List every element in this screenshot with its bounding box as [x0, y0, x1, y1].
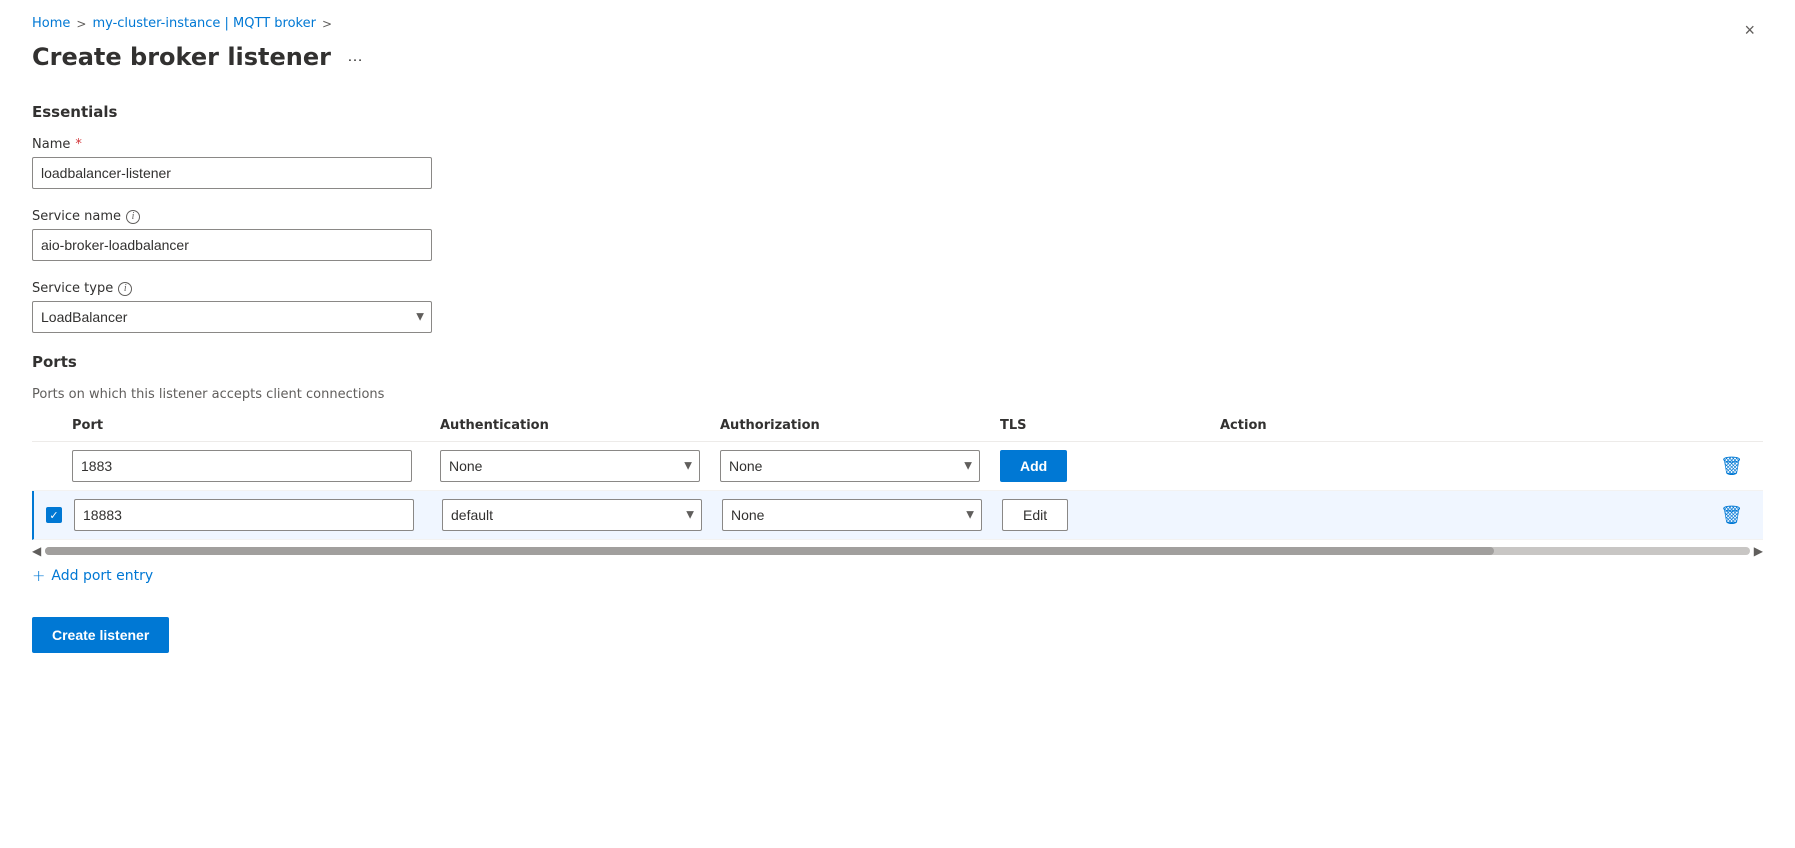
- service-name-input[interactable]: [32, 229, 432, 261]
- row1-delete-icon[interactable]: 🗑: [1716, 452, 1747, 481]
- page-header: Create broker listener …: [32, 43, 1763, 71]
- service-type-form-group: Service type i LoadBalancer ClusterIP No…: [32, 281, 1763, 333]
- row2-checkbox-cell: [34, 507, 74, 523]
- row2-action-cell: 🗑: [1214, 501, 1763, 530]
- breadcrumb-sep1: >: [76, 17, 86, 31]
- scroll-track[interactable]: [45, 547, 1750, 555]
- ports-section-title: Ports: [32, 353, 1763, 371]
- row2-delete-icon[interactable]: 🗑: [1716, 501, 1747, 530]
- row1-action-cell: 🗑: [1212, 452, 1763, 481]
- horizontal-scrollbar[interactable]: ◀ ▶: [32, 544, 1763, 558]
- col-port-header: Port: [72, 418, 432, 433]
- row1-port-cell: [72, 450, 432, 482]
- row2-authz-select-wrapper: None default ▼: [722, 499, 982, 531]
- page-container: Home > my-cluster-instance | MQTT broker…: [0, 0, 1795, 685]
- col-tls-header: TLS: [992, 418, 1212, 433]
- row1-auth-select-wrapper: None default ▼: [440, 450, 700, 482]
- name-label: Name *: [32, 137, 1763, 152]
- row1-auth-cell: None default ▼: [432, 450, 712, 482]
- col-auth-header: Authentication: [432, 418, 712, 433]
- row2-auth-select[interactable]: None default: [442, 499, 702, 531]
- breadcrumb: Home > my-cluster-instance | MQTT broker…: [32, 16, 1763, 31]
- add-plus-icon: +: [32, 566, 45, 585]
- row2-authz-select[interactable]: None default: [722, 499, 982, 531]
- row2-edit-button[interactable]: Edit: [1002, 499, 1068, 531]
- service-type-select-wrapper: LoadBalancer ClusterIP NodePort ▼: [32, 301, 432, 333]
- breadcrumb-sep2: >: [322, 17, 332, 31]
- add-port-label: Add port entry: [51, 568, 153, 584]
- row1-add-button[interactable]: Add: [1000, 450, 1067, 482]
- service-name-form-group: Service name i: [32, 209, 1763, 261]
- row1-tls-cell: Add: [992, 450, 1212, 482]
- row2-tls-cell: Edit: [994, 499, 1214, 531]
- scroll-left-arrow[interactable]: ◀: [32, 544, 41, 558]
- ports-description: Ports on which this listener accepts cli…: [32, 387, 1763, 402]
- name-label-text: Name: [32, 137, 70, 152]
- scroll-thumb: [45, 547, 1494, 555]
- ports-section: Ports Ports on which this listener accep…: [32, 353, 1763, 585]
- service-type-select[interactable]: LoadBalancer ClusterIP NodePort: [32, 301, 432, 333]
- service-name-label-text: Service name: [32, 209, 121, 224]
- footer: Create listener: [32, 617, 1763, 653]
- port-row-2: None default ▼ None default ▼ Edit: [32, 491, 1763, 540]
- col-authz-header: Authorization: [712, 418, 992, 433]
- page-title: Create broker listener: [32, 43, 331, 71]
- row2-auth-cell: None default ▼: [434, 499, 714, 531]
- service-type-label: Service type i: [32, 281, 1763, 296]
- row2-authz-cell: None default ▼: [714, 499, 994, 531]
- name-form-group: Name *: [32, 137, 1763, 189]
- row2-port-input[interactable]: [74, 499, 414, 531]
- create-listener-button[interactable]: Create listener: [32, 617, 169, 653]
- row2-auth-select-wrapper: None default ▼: [442, 499, 702, 531]
- col-checkbox-header: [32, 418, 72, 433]
- service-name-label: Service name i: [32, 209, 1763, 224]
- row1-auth-select[interactable]: None default: [440, 450, 700, 482]
- service-name-info-icon: i: [126, 210, 140, 224]
- row1-authz-select[interactable]: None default: [720, 450, 980, 482]
- col-action-header: Action: [1212, 418, 1763, 433]
- scroll-right-arrow[interactable]: ▶: [1754, 544, 1763, 558]
- more-options-button[interactable]: …: [341, 46, 369, 68]
- service-type-label-text: Service type: [32, 281, 113, 296]
- add-port-entry[interactable]: + Add port entry: [32, 566, 1763, 585]
- name-input[interactable]: [32, 157, 432, 189]
- service-type-info-icon: i: [118, 282, 132, 296]
- essentials-section-title: Essentials: [32, 103, 1763, 121]
- breadcrumb-cluster[interactable]: my-cluster-instance | MQTT broker: [92, 16, 316, 31]
- row2-checkbox[interactable]: [46, 507, 62, 523]
- row1-authz-cell: None default ▼: [712, 450, 992, 482]
- port-row-1: None default ▼ None default ▼ Add: [32, 442, 1763, 491]
- breadcrumb-home[interactable]: Home: [32, 16, 70, 31]
- name-required-star: *: [75, 137, 82, 152]
- row1-port-input[interactable]: [72, 450, 412, 482]
- row1-authz-select-wrapper: None default ▼: [720, 450, 980, 482]
- close-button[interactable]: ×: [1736, 16, 1763, 45]
- row2-port-cell: [74, 499, 434, 531]
- ports-table-header: Port Authentication Authorization TLS Ac…: [32, 418, 1763, 442]
